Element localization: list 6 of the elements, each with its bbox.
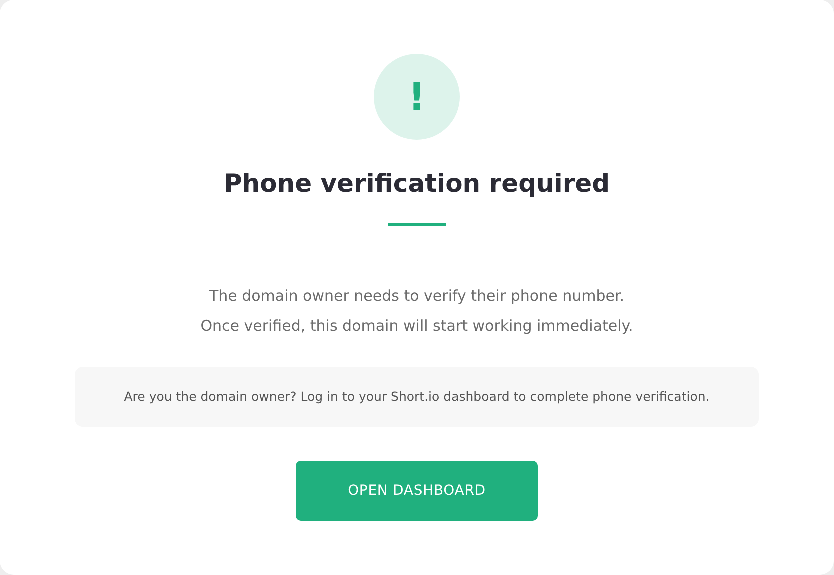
alert-badge: ! xyxy=(374,54,460,140)
message-text: Once verified, this domain will start working immediately. xyxy=(200,316,634,338)
notice-text: Are you the domain owner? Log in to your Short.io dashboard to complete phone verification. xyxy=(124,388,710,406)
message-text: The domain owner needs to verify their phone number. xyxy=(209,286,625,308)
page-title: Phone verification required xyxy=(224,168,610,200)
open-dashboard-button[interactable]: OPEN DASHBOARD xyxy=(296,461,538,522)
